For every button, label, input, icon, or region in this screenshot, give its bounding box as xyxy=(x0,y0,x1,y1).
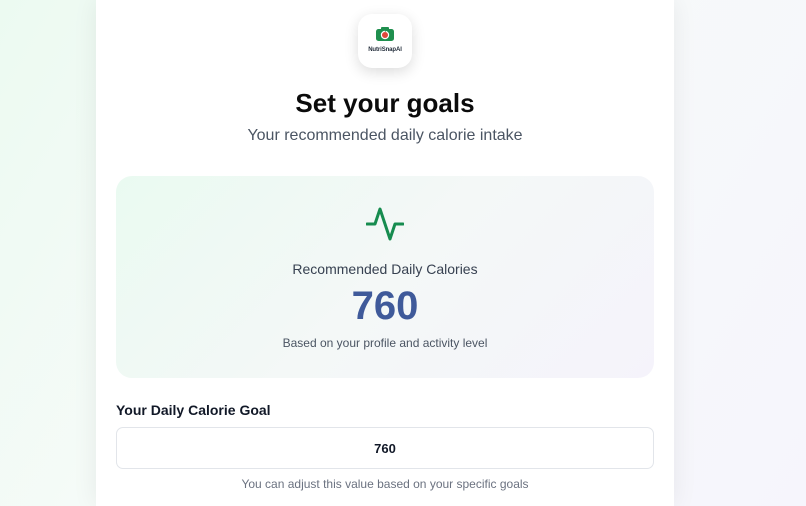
activity-pulse-icon xyxy=(366,207,404,241)
daily-goal-label: Your Daily Calorie Goal xyxy=(116,402,271,418)
page-subtitle: Your recommended daily calorie intake xyxy=(247,127,523,144)
page-title: Set your goals xyxy=(295,88,475,118)
app-logo: NutriSnapAI xyxy=(358,14,412,68)
logo-text: NutriSnapAI xyxy=(368,47,402,53)
goals-card: NutriSnapAI Set your goals Your recommen… xyxy=(96,0,674,506)
daily-calorie-goal-input[interactable] xyxy=(116,427,654,469)
daily-goal-hint: You can adjust this value based on your … xyxy=(241,477,529,491)
camera-icon xyxy=(376,27,394,41)
recommended-calories-label: Recommended Daily Calories xyxy=(292,261,478,277)
recommendation-note: Based on your profile and activity level xyxy=(282,336,488,350)
recommended-calories-value: 760 xyxy=(351,284,419,328)
recommendation-panel: Recommended Daily Calories 760 Based on … xyxy=(116,176,654,378)
